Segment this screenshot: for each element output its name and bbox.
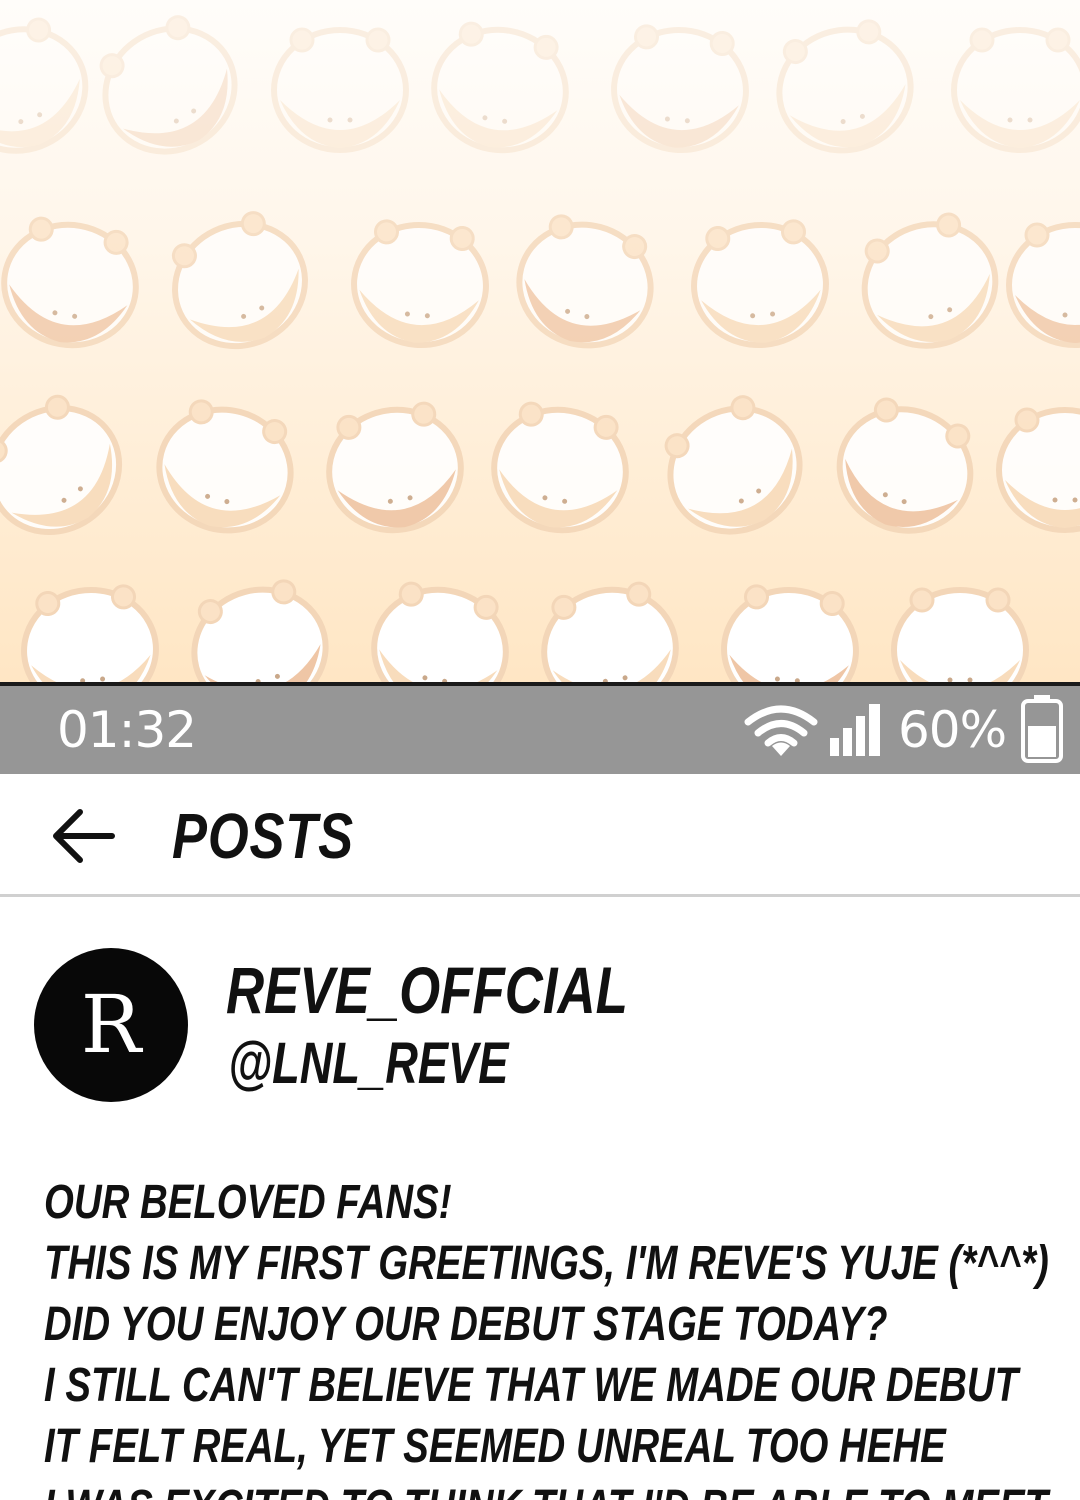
- user-handle[interactable]: @LNL_REVE: [228, 1028, 508, 1100]
- hamster-pattern-background: [0, 0, 1080, 684]
- status-time: 01:32: [57, 701, 197, 759]
- post-body: OUR BELOVED FANS! THIS IS MY FIRST GREET…: [44, 1172, 1080, 1500]
- display-name[interactable]: REVE_OFFCIAL: [226, 950, 628, 1030]
- hamster-decoration: [271, 27, 409, 153]
- post-line: I STILL CAN'T BELIEVE THAT WE MADE OUR D…: [44, 1359, 1019, 1412]
- avatar[interactable]: R: [34, 948, 188, 1102]
- hamster-decoration: [171, 211, 308, 350]
- hamster-decoration: [191, 579, 329, 684]
- hamster-decoration: [491, 401, 629, 534]
- status-bar: 01:32 60%: [0, 686, 1080, 774]
- signal-icon: [830, 704, 880, 756]
- post-line: DID YOU ENJOY OUR DEBUT STAGE TODAY?: [44, 1298, 888, 1351]
- post-line: I WAS EXCITED TO THINK THAT I'D BE ABLE …: [44, 1477, 1048, 1500]
- hamster-decoration: [891, 587, 1029, 684]
- hamster-decoration: [156, 399, 294, 534]
- hamster-decoration: [951, 27, 1080, 153]
- hamster-decoration: [21, 584, 159, 684]
- post-line: IT FELT REAL, YET SEEMED UNREAL TOO HEHE: [44, 1420, 946, 1473]
- hamster-decoration: [861, 212, 999, 349]
- hamster-decoration: [836, 397, 974, 534]
- hamster-decoration: [776, 19, 914, 154]
- battery-percent: 60%: [898, 701, 1007, 759]
- hamster-decoration: [721, 584, 859, 684]
- hamster-decoration: [1006, 222, 1080, 348]
- hamster-decoration: [0, 394, 123, 536]
- hamster-pattern-art: [0, 15, 1080, 684]
- hamster-decoration: [611, 24, 749, 154]
- hamster-decoration: [996, 407, 1080, 533]
- hamster-decoration: [351, 219, 489, 349]
- hamster-decoration: [516, 214, 654, 349]
- hamster-decoration: [431, 21, 569, 154]
- page-title: POSTS: [172, 800, 354, 872]
- hamster-decoration: [99, 15, 238, 155]
- hamster-decoration: [691, 219, 829, 349]
- hamster-decoration: [541, 581, 679, 684]
- hamster-decoration: [326, 401, 464, 534]
- wifi-icon: [744, 705, 818, 756]
- hamster-decoration: [1, 216, 139, 349]
- hamster-decoration: [664, 395, 803, 535]
- arrow-left-icon[interactable]: [48, 804, 120, 868]
- hamster-decoration: [371, 581, 509, 684]
- battery-icon: [1021, 695, 1063, 763]
- app-header: POSTS: [0, 774, 1080, 897]
- hamster-decoration: [0, 17, 89, 154]
- post-line: THIS IS MY FIRST GREETINGS, I'M REVE'S Y…: [44, 1237, 1049, 1290]
- post-line: OUR BELOVED FANS!: [44, 1176, 452, 1229]
